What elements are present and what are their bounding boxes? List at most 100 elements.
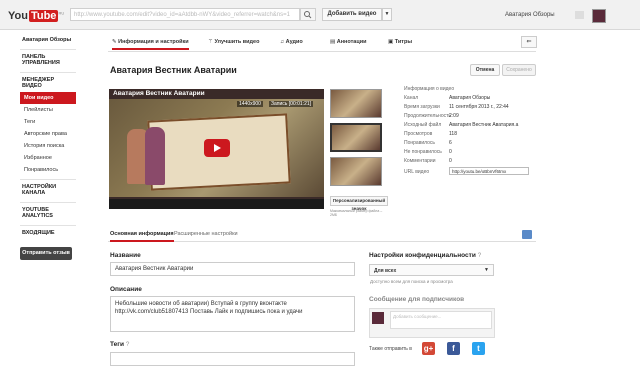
player-resolution: 1440x900 [237,101,263,107]
tab-annotations[interactable]: ▤ Аннотации [330,39,366,45]
tags-label-text: Теги [110,341,124,348]
sidebar-item-tags[interactable]: Теги [20,116,76,128]
tab-enhance[interactable]: ⚚ Улучшить видео [208,39,259,45]
save-button[interactable]: Сохранено [502,64,536,76]
sidebar-item-my-videos[interactable]: Мои видео [20,92,76,104]
info-value: 6 [449,140,452,146]
thumbnail-option[interactable] [330,157,382,186]
privacy-label-text: Настройки конфиденциальности [369,252,476,259]
privacy-value: Для всех [374,268,397,274]
info-value: 0 [449,149,452,155]
play-button[interactable] [204,139,230,157]
back-icon[interactable]: ⇐ [521,36,537,48]
privacy-select[interactable]: Для всех ▼ [369,264,494,276]
player-recording: Запись [00:01:21] [269,101,314,107]
thumbnail-option[interactable] [330,89,382,118]
tags-field[interactable] [110,352,355,366]
user-name[interactable]: Аватария Обзоры [505,12,555,18]
google-plus-icon[interactable]: g+ [422,342,435,355]
description-field[interactable]: Небольшие новости об аватарии) Вступай в… [110,296,355,332]
captions-icon: ▣ [388,39,395,45]
sidebar-item-favorites[interactable]: Избранное [20,152,76,164]
description-label: Описание [110,286,142,293]
video-info-panel: Информация о видео Канал Аватария Обзоры … [404,86,534,178]
info-key: Просмотров [404,131,433,137]
cancel-button[interactable]: Отмена [470,64,500,76]
tags-label: Теги ? [110,341,129,348]
thumbnail-option-selected[interactable] [330,123,382,152]
info-key: Комментарии [404,158,436,164]
tab-label: Аудио [285,39,303,45]
facebook-icon[interactable]: f [447,342,460,355]
sidebar-item-analytics[interactable]: YOUTUBE ANALYTICS [20,202,76,222]
sidebar-item-video-manager[interactable]: МЕНЕДЖЕР ВИДЕО [20,72,76,92]
custom-thumbnail-button[interactable]: Персонализированный значок [330,196,388,211]
tab-label: Титры [394,39,413,45]
send-feedback-button[interactable]: Отправить отзыв [20,247,72,260]
video-url-field[interactable]: http://youtu.be/oBbnVf6tmx [449,167,529,175]
avatar[interactable] [592,9,606,23]
logo-tube: Tube [28,10,59,22]
privacy-label: Настройки конфиденциальности ? [369,252,481,259]
tab-captions[interactable]: ▣ Титры [388,39,412,45]
sidebar-item-dashboard[interactable]: ПАНЕЛЬ УПРАВЛЕНИЯ [20,49,76,69]
help-icon[interactable]: ? [126,341,130,348]
info-subtabs: Основная информация Расширенные настройк… [108,228,536,242]
tab-info-settings[interactable]: ✎ Информация и настройки [112,39,189,50]
info-row: Не понравилось 0 [404,149,534,158]
annotation-icon: ▤ [330,39,337,45]
info-value: Аватария Вестник Аватария.a [449,122,519,128]
share-label: Также отправить в [369,346,412,352]
youtube-logo[interactable]: You Tube RU [8,10,64,22]
info-key: Канал [404,95,419,101]
search-input[interactable]: http://www.youtube.com/edit?video_id=aAt… [70,8,300,21]
info-key: Время загрузки [404,104,440,110]
help-icon[interactable]: ? [478,252,482,259]
info-key: Исходный файл [404,122,442,128]
info-key: Продолжительность [404,113,451,119]
privacy-hint: Доступно всем для поиска и просмотра [370,279,453,284]
sidebar-item-liked[interactable]: Понравилось [20,164,76,176]
tab-label: Улучшить видео [214,39,260,45]
title-label: Название [110,252,141,259]
chevron-down-icon: ▼ [484,267,489,273]
player-title: Аватария Вестник Аватарии [113,90,205,97]
notifications-icon[interactable] [575,11,584,19]
info-value: 0 [449,158,452,164]
info-header: Информация о видео [404,86,455,92]
upload-dropdown-icon[interactable]: ▼ [382,8,392,21]
sidebar-item-search-history[interactable]: История поиска [20,140,76,152]
info-key: URL видео [404,169,430,175]
sidebar-item-playlists[interactable]: Плейлисты [20,104,76,116]
sidebar-item-inbox[interactable]: ВХОДЯЩИЕ [20,225,76,239]
info-row: URL видео http://youtu.be/oBbnVf6tmx [404,167,534,178]
top-bar: You Tube RU http://www.youtube.com/edit?vi… [0,0,640,30]
info-value[interactable]: Аватария Обзоры [449,95,490,101]
thumbnail-note: Максимальный размер файла – 2МБ [330,209,383,217]
search-button[interactable] [300,8,316,21]
editor-tabs: ✎ Информация и настройки ⚚ Улучшить виде… [108,34,536,52]
tab-basic-info[interactable]: Основная информация [110,231,174,242]
twitter-icon[interactable]: t [472,342,485,355]
info-row: Просмотров 118 [404,131,534,140]
page-title: Аватария Вестник Аватарии [110,65,237,75]
info-row: Продолжительность 2:09 [404,113,534,122]
video-scene-character [145,127,165,185]
download-icon[interactable] [522,230,532,239]
channel-name[interactable]: Аватария Обзоры [20,34,76,46]
video-player[interactable]: Аватария Вестник Аватарии 1440x900 Запис… [109,89,324,209]
tab-advanced-settings[interactable]: Расширенные настройки [174,231,238,237]
tab-audio[interactable]: ♫ Аудио [280,39,303,45]
info-key: Не понравилось [404,149,442,155]
title-field[interactable]: Аватария Вестник Аватарии [110,262,355,276]
tab-label: Информация и настройки [118,39,189,45]
subscribers-message-field[interactable]: Добавить сообщение... [390,311,492,329]
sidebar-item-copyright[interactable]: Авторские права [20,128,76,140]
upload-button[interactable]: Добавить видео [322,8,382,21]
tab-label: Аннотации [336,39,367,45]
info-value: 11 сентября 2013 г., 22:44 [449,104,509,110]
sidebar-item-channel-settings[interactable]: НАСТРОЙКИ КАНАЛА [20,179,76,199]
subscribers-message-label: Сообщение для подписчиков [369,296,465,303]
player-controls[interactable] [109,199,324,209]
info-row: Канал Аватария Обзоры [404,95,534,104]
